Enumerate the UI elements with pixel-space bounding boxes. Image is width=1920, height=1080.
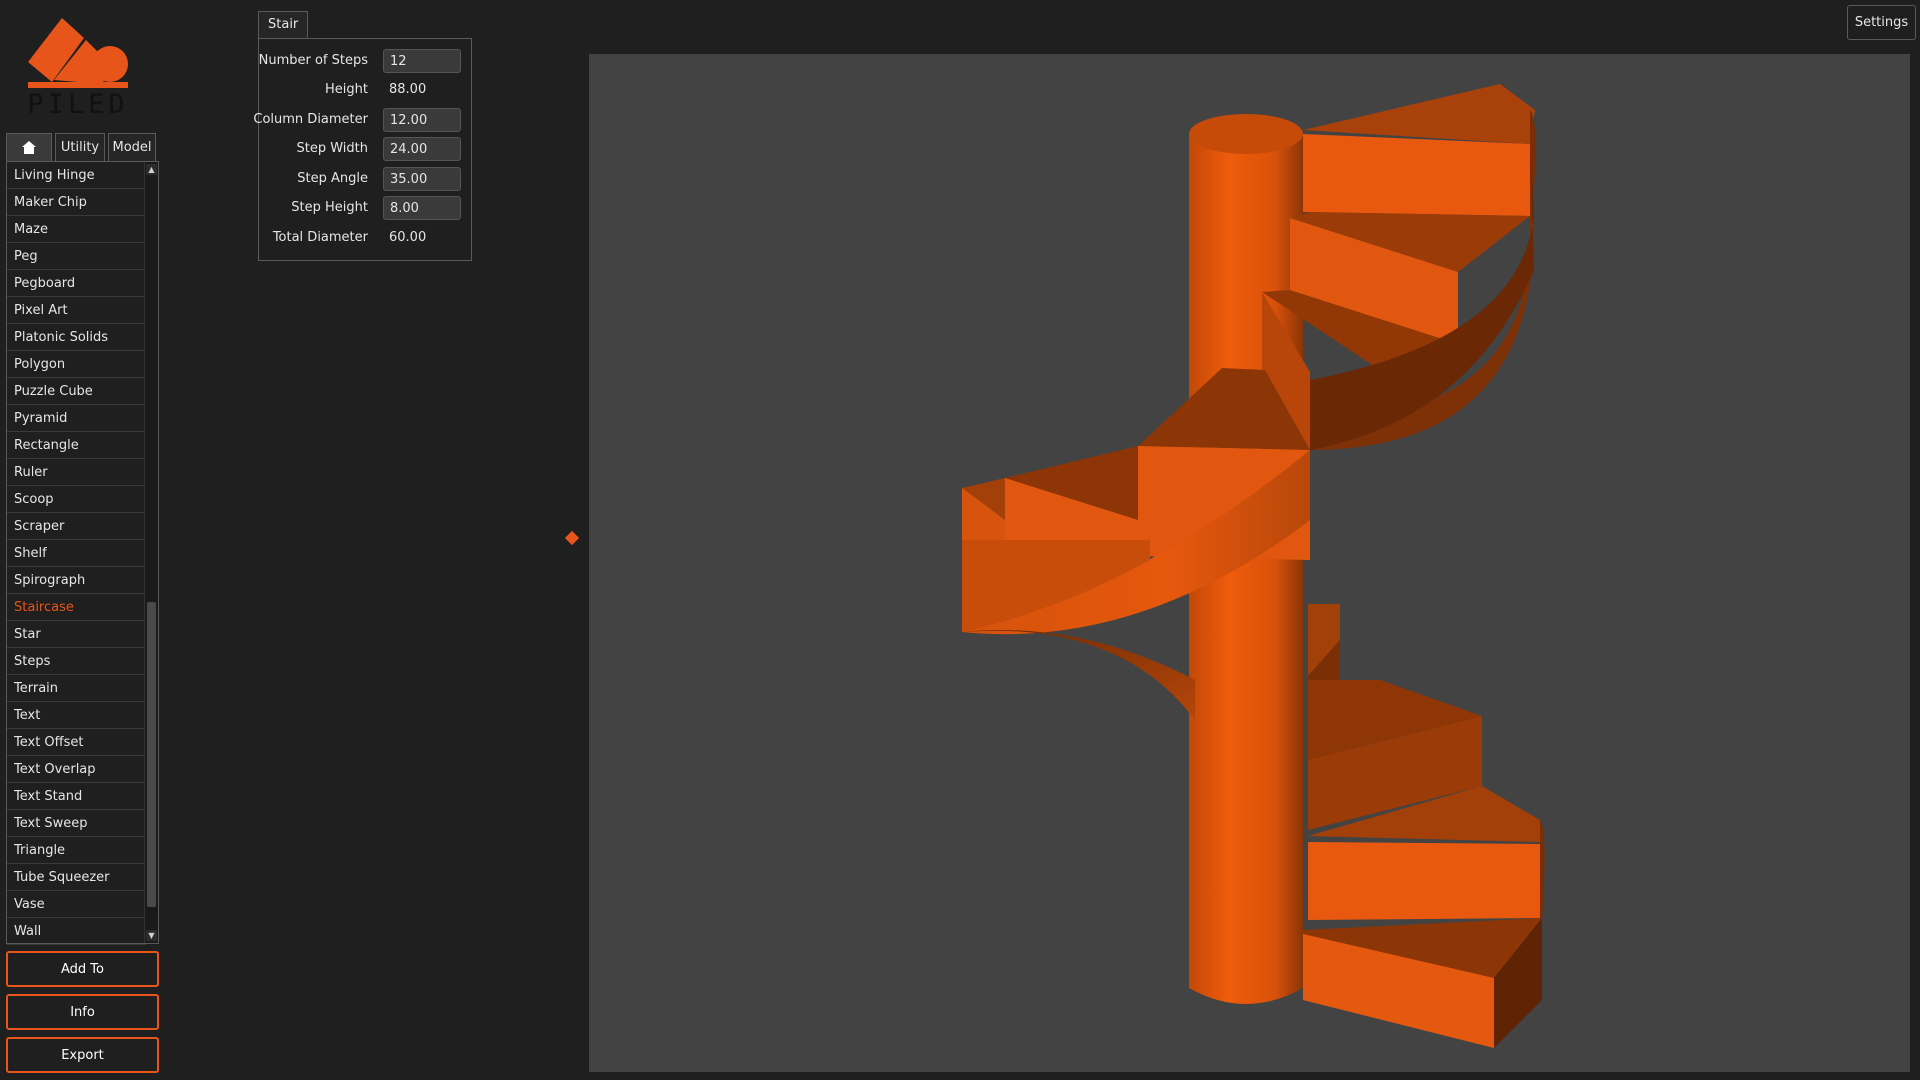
info-button[interactable]: Info [6,994,159,1030]
list-item[interactable]: Tube Squeezer [7,864,146,891]
staircase-model [962,84,1545,1048]
height-value: 88.00 [389,82,427,97]
tab-model-label: Model [112,140,152,155]
tab-utility[interactable]: Utility [55,133,105,161]
list-item[interactable]: Scraper [7,513,146,540]
add-to-button[interactable]: Add To [6,951,159,987]
step-angle-input[interactable] [383,167,461,191]
list-item[interactable]: Terrain [7,675,146,702]
tab-stair[interactable]: Stair [258,11,309,38]
column-top [1189,114,1303,154]
number-of-steps-label: Number of Steps [258,53,368,68]
list-item[interactable]: Maker Chip [7,189,146,216]
panel-toggle-diamond-icon[interactable] [564,530,580,546]
list-item[interactable]: Text Overlap [7,756,146,783]
list-item[interactable]: Living Hinge [7,162,146,189]
list-item[interactable]: Pegboard [7,270,146,297]
column-diameter-input[interactable] [383,108,461,132]
tab-model[interactable]: Model [108,133,156,161]
param-row-step-width: Step Width [259,136,471,162]
list-item[interactable]: Puzzle Cube [7,378,146,405]
tab-home[interactable] [6,133,52,161]
list-item[interactable]: Pixel Art [7,297,146,324]
list-item[interactable]: Platonic Solids [7,324,146,351]
list-item[interactable]: Text Offset [7,729,146,756]
scroll-up-arrow-icon[interactable]: ▲ [146,164,157,175]
list-item-selected[interactable]: Staircase [7,594,146,621]
model-list[interactable]: Living Hinge Maker Chip Maze Peg Pegboar… [6,161,159,945]
parameters-panel: Number of Steps Height 88.00 Column Diam… [253,38,472,261]
list-item[interactable]: Spirograph [7,567,146,594]
list-item[interactable]: Star [7,621,146,648]
list-item[interactable]: Triangle [7,837,146,864]
list-item[interactable]: Shelf [7,540,146,567]
scroll-thumb[interactable] [147,602,156,907]
home-icon [22,141,36,154]
number-of-steps-input[interactable] [383,49,461,73]
list-item[interactable]: Peg [7,243,146,270]
list-item[interactable]: Wall [7,918,146,945]
total-diameter-label: Total Diameter [272,230,368,245]
total-diameter-value: 60.00 [389,230,427,245]
list-item[interactable]: Rectangle [7,432,146,459]
height-label: Height [325,82,368,97]
step-height-label: Step Height [291,200,368,215]
model-list-items: Living Hinge Maker Chip Maze Peg Pegboar… [7,162,146,945]
list-item[interactable]: Text Stand [7,783,146,810]
list-item[interactable]: Maze [7,216,146,243]
list-item[interactable]: Vase [7,891,146,918]
param-row-height: Height 88.00 [259,77,471,103]
column-diameter-label: Column Diameter [253,112,368,127]
list-item[interactable]: Text [7,702,146,729]
list-item[interactable]: Scoop [7,486,146,513]
step-height-input[interactable] [383,196,461,220]
step-width-label: Step Width [296,141,369,156]
piled-logo: PILED [27,14,138,120]
param-row-step-height: Step Height [259,195,471,221]
step-angle-label: Step Angle [297,171,368,186]
param-row-column-diameter: Column Diameter [253,107,471,133]
3d-viewport[interactable] [589,54,1910,1072]
scroll-down-arrow-icon[interactable]: ▼ [146,930,157,941]
logo-wordmark: PILED [28,89,129,120]
list-item[interactable]: Text Sweep [7,810,146,837]
param-row-step-angle: Step Angle [259,166,471,192]
param-row-total-diameter: Total Diameter 60.00 [259,225,471,251]
step-width-input[interactable] [383,137,461,161]
settings-button[interactable]: Settings [1847,5,1916,40]
list-scrollbar[interactable]: ▲ ▼ [144,162,158,943]
export-button[interactable]: Export [6,1037,159,1073]
list-item[interactable]: Pyramid [7,405,146,432]
list-item[interactable]: Steps [7,648,146,675]
list-item[interactable]: Ruler [7,459,146,486]
tab-utility-label: Utility [60,140,100,155]
list-item[interactable]: Polygon [7,351,146,378]
param-row-number-of-steps: Number of Steps [259,48,471,74]
category-tabs: Utility Model [6,133,156,161]
